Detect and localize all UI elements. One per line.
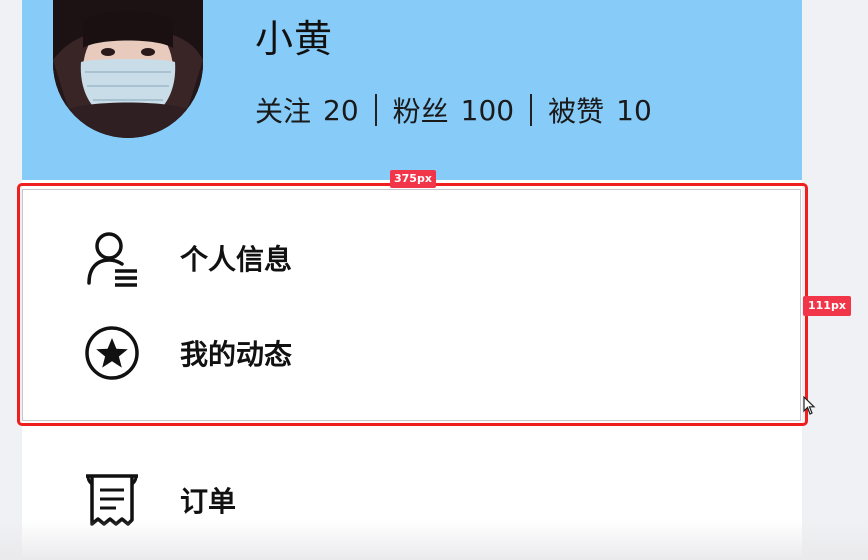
username: 小黄 [255, 17, 334, 61]
stat-label: 粉丝 [392, 95, 449, 128]
profile-stats: 关注 20 粉丝 100 被赞 10 [255, 90, 652, 130]
stat-likes[interactable]: 被赞 10 [548, 90, 652, 130]
stat-label: 关注 [255, 95, 312, 128]
width-measure-tag: 375px [390, 170, 436, 188]
height-measure-tag: 111px [803, 296, 851, 316]
stat-divider [374, 94, 377, 126]
stat-label: 被赞 [548, 95, 605, 128]
bottom-fade [0, 520, 868, 560]
mouse-cursor-icon [803, 395, 817, 420]
stat-value: 10 [616, 93, 652, 127]
stat-value: 20 [323, 93, 359, 127]
stat-following[interactable]: 关注 20 [255, 90, 359, 130]
menu-item-label: 订单 [180, 485, 237, 518]
stat-followers[interactable]: 粉丝 100 [393, 90, 514, 130]
stat-divider [530, 94, 533, 126]
stat-value: 100 [460, 93, 515, 127]
selection-highlight-box [17, 183, 808, 426]
app-screen: 小黄 关注 20 粉丝 100 被赞 10 个人信息 我的动态 订单 375px… [0, 0, 868, 560]
